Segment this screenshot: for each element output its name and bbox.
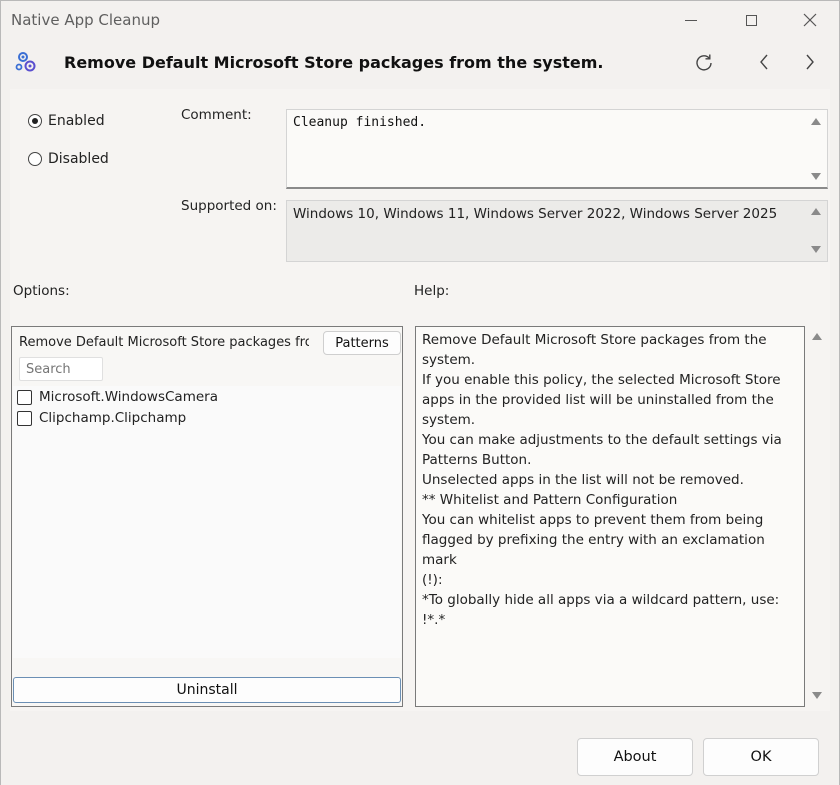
previous-button[interactable]	[751, 49, 777, 75]
list-item[interactable]: Microsoft.WindowsCamera	[17, 389, 218, 405]
help-line: (!):	[422, 572, 443, 588]
scroll-down-icon[interactable]	[812, 692, 822, 699]
next-icon	[806, 54, 814, 70]
scroll-up-icon[interactable]	[812, 333, 822, 340]
list-item[interactable]: Clipchamp.Clipchamp	[17, 410, 186, 426]
supported-on-field: Windows 10, Windows 11, Windows Server 2…	[286, 200, 828, 262]
comment-value: Cleanup finished.	[293, 115, 427, 130]
previous-icon	[760, 54, 768, 70]
maximize-icon	[745, 14, 757, 26]
options-panel: Remove Default Microsoft Store packages …	[11, 326, 403, 707]
help-line: ** Whitelist and Pattern Configuration	[422, 492, 678, 508]
ok-button[interactable]: OK	[703, 738, 819, 776]
comment-field[interactable]: Cleanup finished.	[286, 109, 828, 189]
title-bar: Native App Cleanup	[1, 1, 839, 39]
maximize-button[interactable]	[728, 1, 774, 39]
help-line: *To globally hide all apps via a wildcar…	[422, 592, 784, 628]
comment-label: Comment:	[181, 107, 252, 123]
enabled-label: Enabled	[48, 113, 105, 129]
refresh-button[interactable]	[691, 49, 717, 75]
uninstall-button[interactable]: Uninstall	[13, 677, 401, 703]
help-line: Unselected apps in the list will not be …	[422, 472, 744, 488]
supported-on-value: Windows 10, Windows 11, Windows Server 2…	[293, 206, 778, 222]
help-line: apps in the provided list will be uninst…	[422, 392, 774, 408]
close-icon	[803, 13, 817, 27]
search-input[interactable]	[19, 357, 103, 381]
help-panel: Remove Default Microsoft Store packages …	[415, 326, 805, 707]
policy-content: Enabled Disabled Comment: Cleanup finish…	[10, 89, 830, 711]
enabled-radio-option[interactable]: Enabled	[28, 113, 105, 129]
disabled-label: Disabled	[48, 151, 109, 167]
minimize-icon	[685, 19, 697, 21]
app-name: Microsoft.WindowsCamera	[39, 389, 218, 405]
window-title: Native App Cleanup	[11, 11, 161, 29]
help-label: Help:	[414, 283, 450, 299]
scroll-down-icon[interactable]	[811, 246, 821, 253]
enabled-radio[interactable]	[28, 114, 42, 128]
help-line: You can whitelist apps to prevent them f…	[422, 512, 764, 528]
about-button[interactable]: About	[577, 738, 693, 776]
disabled-radio[interactable]	[28, 152, 42, 166]
refresh-icon	[696, 54, 712, 71]
app-checkbox[interactable]	[17, 410, 32, 426]
policy-gears-icon	[15, 52, 36, 72]
close-button[interactable]	[787, 1, 833, 39]
help-line: system.	[422, 352, 476, 368]
app-checkbox[interactable]	[17, 389, 32, 405]
scroll-up-icon[interactable]	[811, 118, 821, 125]
minimize-button[interactable]	[668, 1, 714, 39]
policy-title: Remove Default Microsoft Store packages …	[64, 53, 604, 72]
dialog-footer: About OK	[1, 719, 839, 785]
help-line: Remove Default Microsoft Store packages …	[422, 332, 767, 348]
help-line: system.	[422, 412, 476, 428]
help-line: You can make adjustments to the default …	[422, 432, 782, 448]
scroll-up-icon[interactable]	[811, 208, 821, 215]
app-name: Clipchamp.Clipchamp	[39, 410, 187, 426]
disabled-radio-option[interactable]: Disabled	[28, 151, 109, 167]
scroll-down-icon[interactable]	[811, 173, 821, 180]
help-line: Patterns Button.	[422, 452, 532, 468]
next-button[interactable]	[797, 49, 823, 75]
app-window: Native App Cleanup Remove Default Micros…	[0, 0, 840, 785]
app-list: Microsoft.WindowsCamera Clipchamp.Clipch…	[13, 386, 401, 658]
help-line: If you enable this policy, the selected …	[422, 372, 781, 388]
supported-on-label: Supported on:	[181, 198, 277, 214]
options-label: Options:	[13, 283, 70, 299]
options-panel-title: Remove Default Microsoft Store packages …	[19, 335, 309, 350]
policy-header: Remove Default Microsoft Store packages …	[1, 39, 839, 87]
help-scrollbar[interactable]	[810, 326, 824, 707]
help-line: flagged by prefixing the entry with an e…	[422, 532, 770, 568]
patterns-button[interactable]: Patterns	[323, 331, 401, 355]
